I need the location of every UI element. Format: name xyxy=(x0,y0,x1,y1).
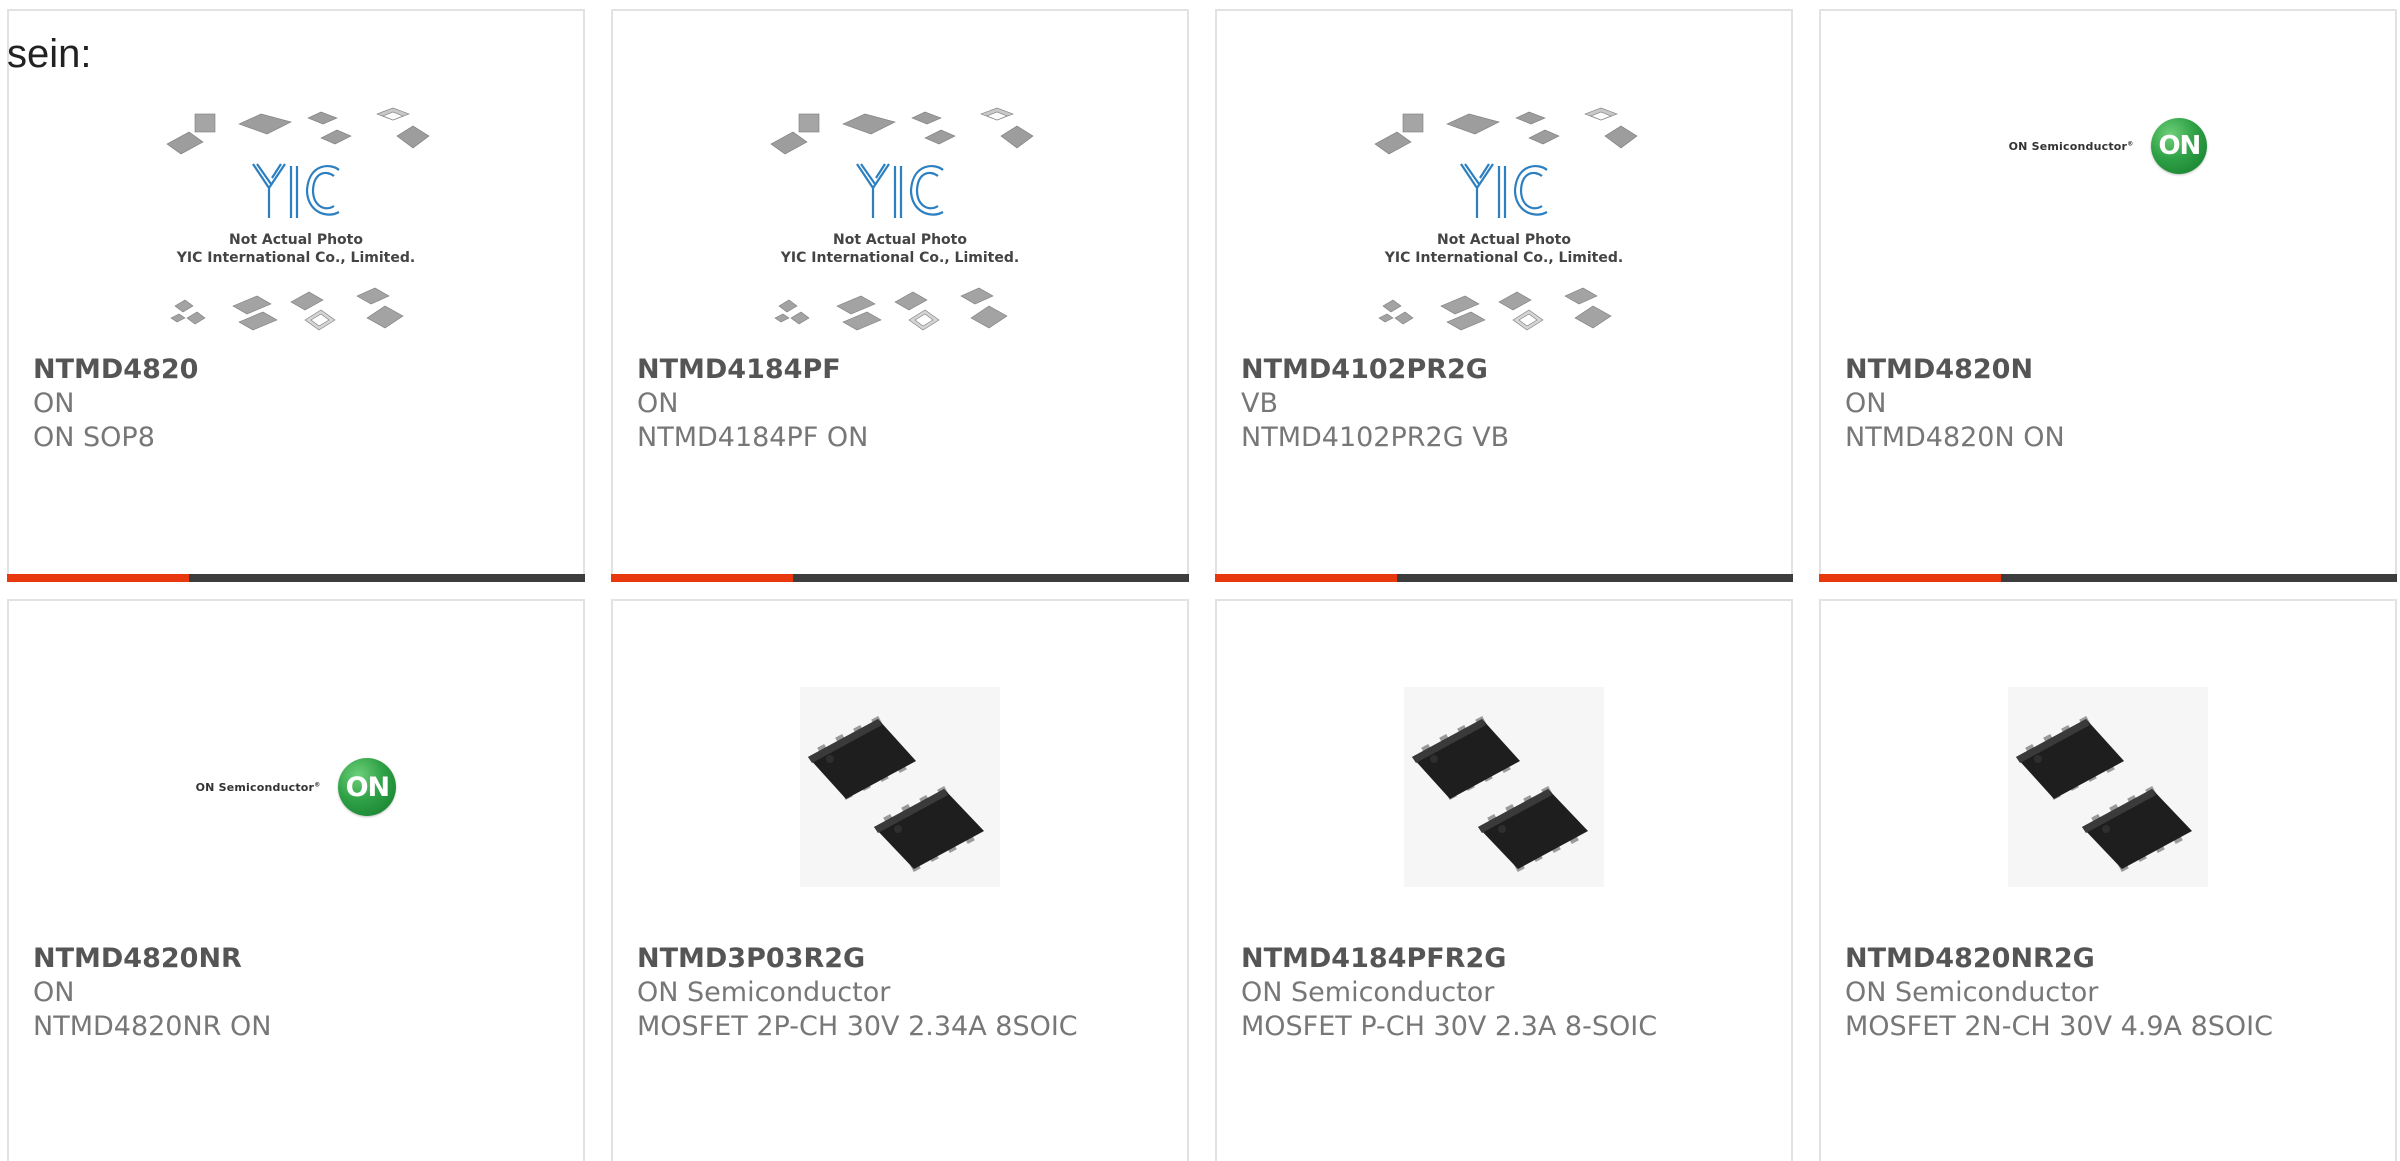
description: NTMD4820N ON xyxy=(1845,422,2065,453)
part-number[interactable]: NTMD4820 xyxy=(33,353,571,387)
manufacturer: ON Semiconductor xyxy=(637,977,891,1008)
manufacturer: ON xyxy=(33,977,75,1008)
description: ON SOP8 xyxy=(33,422,155,453)
product-info: NTMD4820NR2G ON Semiconductor MOSFET 2N-… xyxy=(1845,942,2383,1044)
accent-segment xyxy=(611,574,794,582)
card-accent-bar xyxy=(1215,574,1793,582)
part-number[interactable]: NTMD4184PF xyxy=(637,353,1175,387)
on-semiconductor-logo: ON Semiconductor® ON xyxy=(2009,118,2208,174)
manufacturer: ON xyxy=(637,388,679,419)
product-info: NTMD4820NR ON NTMD4820NR ON xyxy=(33,942,571,1044)
product-info: NTMD4184PFR2G ON Semiconductor MOSFET P-… xyxy=(1241,942,1779,1044)
part-number[interactable]: NTMD4820N xyxy=(1845,353,2383,387)
on-semiconductor-logo: ON Semiconductor® ON xyxy=(196,758,397,816)
yic-placeholder-image: Not Actual Photo YIC International Co., … xyxy=(166,107,430,331)
yic-logo xyxy=(856,163,944,218)
on-emblem-icon: ON xyxy=(2151,118,2208,174)
product-info: NTMD4102PR2G VB NTMD4102PR2G VB xyxy=(1241,353,1779,455)
product-card[interactable]: Not Actual Photo YIC International Co., … xyxy=(611,9,1189,582)
accent-segment xyxy=(7,574,190,582)
product-info: NTMD3P03R2G ON Semiconductor MOSFET 2P-C… xyxy=(637,942,1175,1044)
product-card[interactable]: NTMD4184PFR2G ON Semiconductor MOSFET P-… xyxy=(1215,599,1793,1161)
product-image[interactable] xyxy=(1217,667,1791,907)
manufacturer: ON Semiconductor xyxy=(1845,977,2099,1008)
card-accent-bar xyxy=(611,574,1189,582)
product-image[interactable] xyxy=(1821,667,2395,907)
manufacturer: VB xyxy=(1241,388,1278,419)
manufacturer: ON xyxy=(33,388,75,419)
placeholder-line1: Not Actual Photo xyxy=(229,232,363,248)
product-image[interactable]: Not Actual Photo YIC International Co., … xyxy=(1217,97,1791,355)
product-image[interactable]: ON Semiconductor® ON xyxy=(1821,97,2395,355)
placeholder-line2: YIC International Co., Limited. xyxy=(780,250,1019,266)
accent-segment xyxy=(1215,574,1398,582)
package-icons-bottom xyxy=(170,287,404,331)
manufacturer: ON xyxy=(1845,388,1887,419)
product-image[interactable]: ON Semiconductor® ON xyxy=(9,667,583,907)
product-info: NTMD4184PF ON NTMD4184PF ON xyxy=(637,353,1175,455)
accent-segment xyxy=(1819,574,2002,582)
description: NTMD4184PF ON xyxy=(637,422,869,453)
placeholder-line1: Not Actual Photo xyxy=(833,232,967,248)
on-emblem-icon: ON xyxy=(338,758,397,816)
yic-placeholder-image: Not Actual Photo YIC International Co., … xyxy=(1374,107,1638,331)
part-number[interactable]: NTMD3P03R2G xyxy=(637,942,1175,976)
description: MOSFET 2N-CH 30V 4.9A 8SOIC xyxy=(1845,1011,2273,1042)
description: NTMD4102PR2G VB xyxy=(1241,422,1510,453)
product-card[interactable]: NTMD4820NR2G ON Semiconductor MOSFET 2N-… xyxy=(1819,599,2397,1161)
product-image[interactable] xyxy=(613,667,1187,907)
product-image[interactable]: Not Actual Photo YIC International Co., … xyxy=(613,97,1187,355)
part-number[interactable]: NTMD4102PR2G xyxy=(1241,353,1779,387)
soic8-chip-photo xyxy=(1404,687,1604,887)
lead-text: sein: xyxy=(7,32,92,76)
placeholder-line2: YIC International Co., Limited. xyxy=(176,250,415,266)
product-card[interactable]: ON Semiconductor® ON NTMD4820N ON NTMD48… xyxy=(1819,9,2397,582)
part-number[interactable]: NTMD4184PFR2G xyxy=(1241,942,1779,976)
on-wordmark: ON Semiconductor® xyxy=(2008,139,2134,153)
description: MOSFET P-CH 30V 2.3A 8-SOIC xyxy=(1241,1011,1658,1042)
product-info: NTMD4820N ON NTMD4820N ON xyxy=(1845,353,2383,455)
card-accent-bar xyxy=(1819,574,2397,582)
yic-logo xyxy=(252,163,340,218)
part-number[interactable]: NTMD4820NR2G xyxy=(1845,942,2383,976)
product-card[interactable]: ON Semiconductor® ON NTMD4820NR ON NTMD4… xyxy=(7,599,585,1161)
soic8-chip-photo xyxy=(800,687,1000,887)
package-icons-top xyxy=(166,107,430,155)
product-grid-page: sein: Not Actual Photo YIC International… xyxy=(0,0,2400,1161)
description: NTMD4820NR ON xyxy=(33,1011,272,1042)
package-icons-top xyxy=(1374,107,1638,155)
on-wordmark: ON Semiconductor® xyxy=(195,780,321,794)
package-icons-top xyxy=(770,107,1034,155)
part-number[interactable]: NTMD4820NR xyxy=(33,942,571,976)
manufacturer: ON Semiconductor xyxy=(1241,977,1495,1008)
description: MOSFET 2P-CH 30V 2.34A 8SOIC xyxy=(637,1011,1078,1042)
yic-placeholder-image: Not Actual Photo YIC International Co., … xyxy=(770,107,1034,331)
package-icons-bottom xyxy=(1378,287,1612,331)
product-card[interactable]: Not Actual Photo YIC International Co., … xyxy=(1215,9,1793,582)
package-icons-bottom xyxy=(774,287,1008,331)
placeholder-line2: YIC International Co., Limited. xyxy=(1384,250,1623,266)
card-accent-bar xyxy=(7,574,585,582)
product-info: NTMD4820 ON ON SOP8 xyxy=(33,353,571,455)
product-image[interactable]: Not Actual Photo YIC International Co., … xyxy=(9,97,583,355)
yic-logo xyxy=(1460,163,1548,218)
product-card[interactable]: Not Actual Photo YIC International Co., … xyxy=(7,9,585,582)
placeholder-line1: Not Actual Photo xyxy=(1437,232,1571,248)
product-card[interactable]: NTMD3P03R2G ON Semiconductor MOSFET 2P-C… xyxy=(611,599,1189,1161)
soic8-chip-photo xyxy=(2008,687,2208,887)
